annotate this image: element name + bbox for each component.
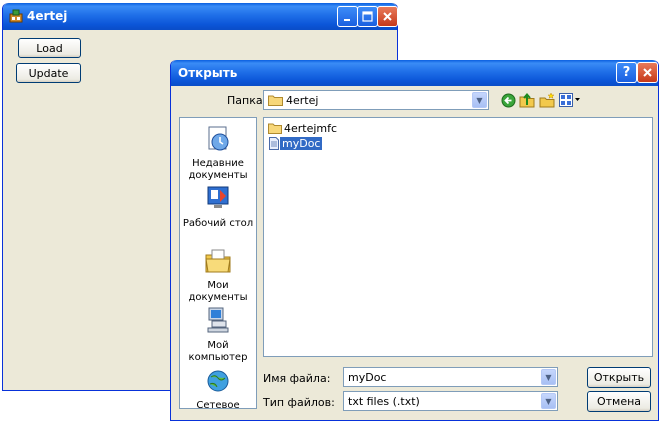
filename-label: Имя файла: — [263, 372, 331, 385]
close-icon — [643, 68, 652, 77]
chevron-down-icon: ▼ — [476, 95, 483, 105]
dialog-titlebar[interactable]: Открыть ? — [171, 60, 658, 86]
lookin-label: Папка: — [227, 94, 267, 107]
folder-icon — [268, 123, 282, 134]
chevron-down-icon: ▼ — [545, 396, 552, 406]
place-recent-documents[interactable]: Недавние документы — [180, 124, 256, 182]
update-button[interactable]: Update — [16, 63, 81, 83]
place-label: Мой компьютер — [188, 340, 248, 363]
filetype-value: txt files (.txt) — [348, 394, 420, 408]
minimize-button[interactable] — [337, 6, 358, 27]
file-name: 4ertejmfc — [284, 121, 338, 135]
desktop-icon — [207, 186, 229, 208]
place-my-documents[interactable]: Мои документы — [180, 246, 256, 304]
places-bar: Недавние документы Рабочий стол Мои доку… — [179, 117, 257, 412]
app-icon — [9, 9, 23, 23]
place-desktop[interactable]: Рабочий стол — [180, 184, 256, 230]
filename-dropdown-button[interactable]: ▼ — [541, 369, 556, 385]
help-button[interactable]: ? — [616, 62, 637, 83]
my-documents-icon — [205, 249, 231, 273]
folder-icon — [268, 95, 283, 106]
maximize-icon — [362, 11, 373, 22]
place-label: Рабочий стол — [182, 218, 254, 229]
place-label: Недавние документы — [188, 158, 248, 181]
network-icon — [207, 370, 229, 392]
lookin-dropdown-button[interactable]: ▼ — [472, 92, 487, 108]
filename-value: myDoc — [348, 370, 387, 384]
load-button[interactable]: Load — [18, 38, 81, 58]
open-file-dialog: Открыть ? Папка: 4ertej ▼ Недавние докум… — [170, 60, 659, 421]
chevron-down-icon: ▼ — [545, 372, 552, 382]
lookin-value: 4ertej — [286, 93, 319, 107]
main-window-title: 4ertej — [27, 9, 68, 23]
close-icon — [383, 12, 392, 21]
list-item-file[interactable]: myDoc — [268, 136, 323, 150]
lookin-combo[interactable]: 4ertej ▼ — [263, 90, 489, 110]
cancel-button[interactable]: Отмена — [587, 391, 651, 412]
list-item-folder[interactable]: 4ertejmfc — [268, 121, 339, 135]
my-computer-icon — [207, 307, 229, 333]
place-label: Сетевое — [196, 400, 240, 411]
filetype-combo[interactable]: txt files (.txt) ▼ — [343, 391, 558, 411]
filename-combo[interactable]: myDoc ▼ — [343, 367, 558, 387]
close-button[interactable] — [377, 6, 398, 27]
new-folder-icon[interactable] — [539, 92, 555, 108]
maximize-button[interactable] — [357, 6, 378, 27]
filetype-dropdown-button[interactable]: ▼ — [541, 393, 556, 409]
file-list[interactable]: 4ertejmfc myDoc — [263, 117, 653, 357]
up-folder-icon[interactable] — [519, 92, 535, 108]
minimize-icon — [343, 18, 350, 21]
open-button[interactable]: Открыть — [587, 367, 651, 388]
dialog-title: Открыть — [178, 66, 238, 80]
main-window-titlebar[interactable]: 4ertej — [3, 3, 398, 30]
file-name: myDoc — [280, 136, 323, 150]
view-menu-icon[interactable] — [559, 93, 581, 107]
filetype-label: Тип файлов: — [263, 396, 335, 409]
place-label: Мои документы — [188, 280, 248, 303]
place-my-computer[interactable]: Мой компьютер — [180, 306, 256, 364]
dialog-close-button[interactable] — [637, 62, 658, 83]
recent-documents-icon — [208, 126, 229, 151]
place-network[interactable]: Сетевое — [180, 368, 256, 412]
back-icon[interactable] — [501, 93, 516, 108]
file-icon — [269, 136, 279, 150]
